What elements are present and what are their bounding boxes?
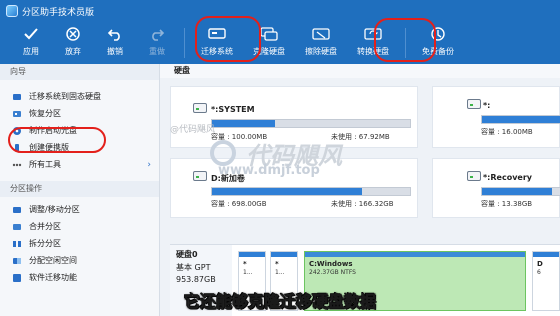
convert-disk-icon <box>364 26 382 42</box>
drive-usage-bar <box>211 187 411 196</box>
sidebar-item-boot-disc[interactable]: 制作启动光盘 <box>0 122 159 139</box>
drive-usage-fill <box>212 188 363 195</box>
app-migrate-icon <box>12 273 22 283</box>
drive-capacity: 容量 : 16.00MB <box>481 128 533 136</box>
apply-button[interactable]: 应用 <box>10 22 52 64</box>
drive-usage-fill <box>482 188 553 195</box>
toolbar-separator <box>184 28 185 58</box>
toolbar: 应用 放弃 撤销 重做 迁移系统 克隆硬盘 擦除硬盘 转换硬盘 免费备份 <box>0 22 560 64</box>
drive-icon <box>193 171 207 181</box>
drive-icon <box>467 171 481 181</box>
drive-usage-bar <box>481 115 560 124</box>
merge-icon <box>12 222 22 232</box>
drive-free: 未使用 : 166.32GB <box>331 200 394 208</box>
undo-icon <box>106 26 124 42</box>
video-subtitle: 它还能够克隆迁移硬盘数据 <box>183 292 377 312</box>
sidebar-item-all-tools[interactable]: 所有工具 › <box>0 156 159 173</box>
disk-section-header: 硬盘 <box>160 64 560 78</box>
clone-disk-icon <box>260 26 278 42</box>
sidebar-item-migrate-ssd[interactable]: 迁移系统到固态硬盘 <box>0 88 159 105</box>
wipe-disk-icon <box>312 26 330 42</box>
wipe-disk-button[interactable]: 擦除硬盘 <box>295 22 347 64</box>
drive-usage-bar <box>481 187 560 196</box>
sidebar-item-resize[interactable]: 调整/移动分区 <box>0 201 159 218</box>
migrate-icon <box>208 26 226 42</box>
sidebar-item-allocate[interactable]: 分配空闲空间 <box>0 252 159 269</box>
watermark-text: @代码飓风 <box>170 125 216 135</box>
disk-size: 953.87GB <box>176 275 216 284</box>
drive-icon <box>467 99 481 109</box>
migrate-ssd-icon <box>12 92 22 102</box>
check-icon <box>22 26 40 42</box>
allocate-icon <box>12 256 22 266</box>
app-logo-icon <box>6 5 18 17</box>
sidebar: 向导 迁移系统到固态硬盘 恢复分区 制作启动光盘 创建便携版 所有工具 › 分区… <box>0 64 160 316</box>
all-tools-icon <box>12 160 22 170</box>
redo-icon <box>148 26 166 42</box>
convert-disk-button[interactable]: 转换硬盘 <box>347 22 399 64</box>
drive-name: *:Recovery <box>483 173 533 182</box>
watermark-url: www.dmjf.top <box>218 163 320 178</box>
title-bar: 分区助手技术员版 <box>0 0 560 22</box>
drive-usage-bar <box>211 119 411 128</box>
drive-usage-fill <box>482 116 560 123</box>
undo-button[interactable]: 撤销 <box>94 22 136 64</box>
migrate-system-button[interactable]: 迁移系统 <box>191 22 243 64</box>
drive-name: *:SYSTEM <box>211 105 255 114</box>
main-panel: 硬盘 *:SYSTEM 容量 : 100.00MB 未使用 : 67.92MB … <box>160 64 560 316</box>
drive-icon <box>193 103 207 113</box>
sidebar-item-merge[interactable]: 合并分区 <box>0 218 159 235</box>
disk-type: 基本 GPT <box>176 263 211 272</box>
sidebar-item-app-migrate[interactable]: 软件迁移功能 <box>0 269 159 286</box>
resize-icon <box>12 205 22 215</box>
recover-partition-icon <box>12 109 22 119</box>
backup-icon <box>429 26 447 42</box>
sidebar-item-portable[interactable]: 创建便携版 <box>0 139 159 156</box>
drive-name: *: <box>483 101 491 110</box>
chevron-right-icon: › <box>147 159 151 170</box>
discard-button[interactable]: 放弃 <box>52 22 94 64</box>
drive-usage-fill <box>212 120 276 127</box>
drive-card-recovery[interactable]: *:Recovery 容量 : 13.38GB <box>432 158 560 218</box>
portable-icon <box>12 143 22 153</box>
sidebar-item-recover-partition[interactable]: 恢复分区 <box>0 105 159 122</box>
free-backup-button[interactable]: 免费备份 <box>412 22 464 64</box>
drive-capacity: 容量 : 698.00GB <box>211 200 267 208</box>
sidebar-item-split[interactable]: 拆分分区 <box>0 235 159 252</box>
disk-name: 硬盘0 <box>176 250 198 259</box>
drive-card-reserved[interactable]: *: 容量 : 16.00MB <box>432 86 560 148</box>
app-title: 分区助手技术员版 <box>22 7 95 18</box>
drive-capacity: 容量 : 13.38GB <box>481 200 533 208</box>
cancel-icon <box>64 26 82 42</box>
wizard-section-header: 向导 <box>0 64 159 80</box>
boot-disc-icon <box>12 126 22 136</box>
partition-section-header: 分区操作 <box>0 181 159 197</box>
redo-button[interactable]: 重做 <box>136 22 178 64</box>
toolbar-separator <box>405 28 406 58</box>
split-icon <box>12 239 22 249</box>
clone-disk-button[interactable]: 克隆硬盘 <box>243 22 295 64</box>
